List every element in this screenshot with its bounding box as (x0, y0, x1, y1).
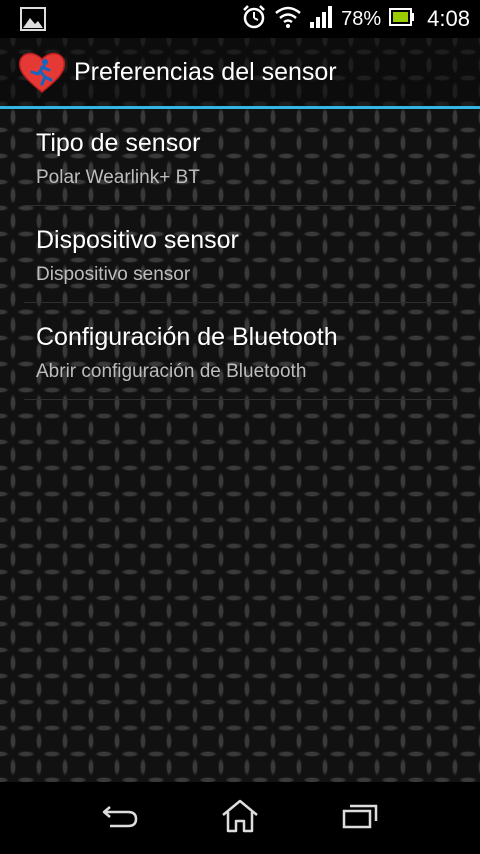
back-icon (100, 801, 140, 835)
status-bar: 78% 4:08 (0, 0, 480, 38)
recents-icon (340, 801, 380, 835)
preference-bluetooth-settings[interactable]: Configuración de Bluetooth Abrir configu… (24, 303, 456, 400)
back-button[interactable] (96, 796, 144, 840)
preference-list: Tipo de sensor Polar Wearlink+ BT Dispos… (24, 109, 456, 400)
alarm-icon (241, 4, 267, 34)
preference-summary: Abrir configuración de Bluetooth (36, 361, 307, 382)
preference-title: Tipo de sensor (36, 129, 201, 157)
heart-runner-icon[interactable] (18, 50, 66, 94)
wifi-icon (275, 6, 301, 32)
screen: 78% 4:08 Preferencias del sensor Tipo de… (0, 0, 480, 854)
page-title: Preferencias del sensor (74, 58, 337, 86)
navigation-bar (0, 782, 480, 854)
status-time: 4:08 (427, 6, 470, 31)
status-icons: 78% 4:08 (241, 0, 470, 38)
preference-summary: Dispositivo sensor (36, 264, 191, 285)
home-button[interactable] (216, 796, 264, 840)
recents-button[interactable] (336, 796, 384, 840)
signal-icon (309, 6, 333, 32)
preference-sensor-type[interactable]: Tipo de sensor Polar Wearlink+ BT (24, 109, 456, 206)
battery-icon (389, 8, 415, 30)
image-notification-icon (20, 7, 46, 35)
preference-sensor-device[interactable]: Dispositivo sensor Dispositivo sensor (24, 206, 456, 303)
preference-summary: Polar Wearlink+ BT (36, 167, 200, 188)
battery-percent: 78% (341, 7, 382, 30)
preference-title: Dispositivo sensor (36, 226, 239, 254)
preference-title: Configuración de Bluetooth (36, 323, 338, 351)
home-icon (220, 798, 260, 838)
action-bar: Preferencias del sensor (0, 38, 480, 106)
